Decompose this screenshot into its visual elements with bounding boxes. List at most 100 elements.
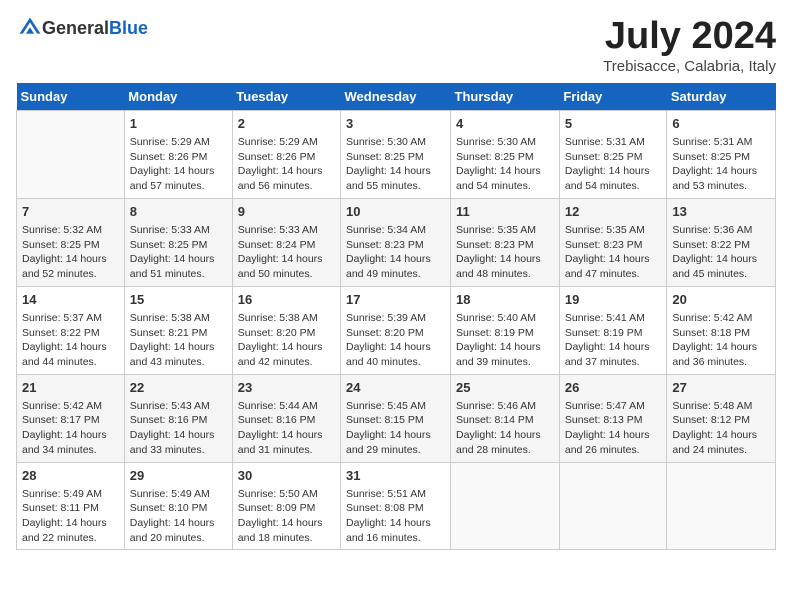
calendar-cell: 31 Sunrise: 5:51 AMSunset: 8:08 PMDayligh… xyxy=(341,462,451,550)
calendar-week-row: 7 Sunrise: 5:32 AMSunset: 8:25 PMDaylight… xyxy=(17,198,776,286)
day-info: Sunrise: 5:43 AMSunset: 8:16 PMDaylight:… xyxy=(130,399,227,458)
day-info: Sunrise: 5:50 AMSunset: 8:09 PMDaylight:… xyxy=(238,487,335,546)
calendar-cell xyxy=(17,110,125,198)
day-info: Sunrise: 5:33 AMSunset: 8:24 PMDaylight:… xyxy=(238,223,335,282)
day-number: 18 xyxy=(456,291,554,309)
day-number: 19 xyxy=(565,291,662,309)
calendar-cell: 17 Sunrise: 5:39 AMSunset: 8:20 PMDayligh… xyxy=(341,286,451,374)
calendar-cell: 30 Sunrise: 5:50 AMSunset: 8:09 PMDayligh… xyxy=(232,462,340,550)
calendar-week-row: 21 Sunrise: 5:42 AMSunset: 8:17 PMDayligh… xyxy=(17,374,776,462)
calendar-cell: 27 Sunrise: 5:48 AMSunset: 8:12 PMDayligh… xyxy=(667,374,776,462)
day-number: 2 xyxy=(238,115,335,133)
day-number: 7 xyxy=(22,203,119,221)
calendar-cell: 21 Sunrise: 5:42 AMSunset: 8:17 PMDayligh… xyxy=(17,374,125,462)
day-number: 30 xyxy=(238,467,335,485)
day-number: 25 xyxy=(456,379,554,397)
calendar-cell: 16 Sunrise: 5:38 AMSunset: 8:20 PMDayligh… xyxy=(232,286,340,374)
day-info: Sunrise: 5:35 AMSunset: 8:23 PMDaylight:… xyxy=(565,223,662,282)
day-info: Sunrise: 5:49 AMSunset: 8:10 PMDaylight:… xyxy=(130,487,227,546)
calendar-cell: 29 Sunrise: 5:49 AMSunset: 8:10 PMDayligh… xyxy=(124,462,232,550)
day-number: 28 xyxy=(22,467,119,485)
calendar-week-row: 14 Sunrise: 5:37 AMSunset: 8:22 PMDayligh… xyxy=(17,286,776,374)
column-header-tuesday: Tuesday xyxy=(232,83,340,111)
page-header: GeneralBlue July 2024 Trebisacce, Calabr… xyxy=(16,16,776,75)
day-number: 5 xyxy=(565,115,662,133)
column-header-thursday: Thursday xyxy=(451,83,560,111)
day-number: 22 xyxy=(130,379,227,397)
location-subtitle: Trebisacce, Calabria, Italy xyxy=(603,58,776,75)
day-info: Sunrise: 5:38 AMSunset: 8:21 PMDaylight:… xyxy=(130,311,227,370)
day-number: 6 xyxy=(672,115,770,133)
day-number: 11 xyxy=(456,203,554,221)
day-info: Sunrise: 5:46 AMSunset: 8:14 PMDaylight:… xyxy=(456,399,554,458)
calendar-cell: 8 Sunrise: 5:33 AMSunset: 8:25 PMDaylight… xyxy=(124,198,232,286)
calendar-cell: 15 Sunrise: 5:38 AMSunset: 8:21 PMDayligh… xyxy=(124,286,232,374)
column-header-wednesday: Wednesday xyxy=(341,83,451,111)
day-info: Sunrise: 5:29 AMSunset: 8:26 PMDaylight:… xyxy=(130,135,227,194)
day-info: Sunrise: 5:51 AMSunset: 8:08 PMDaylight:… xyxy=(346,487,445,546)
day-number: 17 xyxy=(346,291,445,309)
calendar-cell: 1Sunrise: 5:29 AMSunset: 8:26 PMDaylight… xyxy=(124,110,232,198)
column-header-saturday: Saturday xyxy=(667,83,776,111)
calendar-cell: 6 Sunrise: 5:31 AMSunset: 8:25 PMDaylight… xyxy=(667,110,776,198)
day-number: 4 xyxy=(456,115,554,133)
day-info: Sunrise: 5:49 AMSunset: 8:11 PMDaylight:… xyxy=(22,487,119,546)
day-number: 16 xyxy=(238,291,335,309)
day-number: 9 xyxy=(238,203,335,221)
calendar-cell: 25 Sunrise: 5:46 AMSunset: 8:14 PMDayligh… xyxy=(451,374,560,462)
calendar-cell: 19 Sunrise: 5:41 AMSunset: 8:19 PMDayligh… xyxy=(559,286,667,374)
calendar-cell: 2Sunrise: 5:29 AMSunset: 8:26 PMDaylight… xyxy=(232,110,340,198)
day-info: Sunrise: 5:34 AMSunset: 8:23 PMDaylight:… xyxy=(346,223,445,282)
day-info: Sunrise: 5:42 AMSunset: 8:17 PMDaylight:… xyxy=(22,399,119,458)
calendar-cell xyxy=(667,462,776,550)
day-info: Sunrise: 5:31 AMSunset: 8:25 PMDaylight:… xyxy=(672,135,770,194)
logo-general-text: General xyxy=(42,18,109,38)
day-number: 3 xyxy=(346,115,445,133)
day-info: Sunrise: 5:41 AMSunset: 8:19 PMDaylight:… xyxy=(565,311,662,370)
day-number: 31 xyxy=(346,467,445,485)
day-info: Sunrise: 5:30 AMSunset: 8:25 PMDaylight:… xyxy=(346,135,445,194)
calendar-cell xyxy=(451,462,560,550)
day-number: 21 xyxy=(22,379,119,397)
day-number: 23 xyxy=(238,379,335,397)
day-info: Sunrise: 5:33 AMSunset: 8:25 PMDaylight:… xyxy=(130,223,227,282)
day-number: 13 xyxy=(672,203,770,221)
calendar-cell: 5Sunrise: 5:31 AMSunset: 8:25 PMDaylight… xyxy=(559,110,667,198)
column-header-monday: Monday xyxy=(124,83,232,111)
calendar-cell: 11 Sunrise: 5:35 AMSunset: 8:23 PMDayligh… xyxy=(451,198,560,286)
day-info: Sunrise: 5:47 AMSunset: 8:13 PMDaylight:… xyxy=(565,399,662,458)
calendar-table: SundayMondayTuesdayWednesdayThursdayFrid… xyxy=(16,83,776,551)
day-number: 29 xyxy=(130,467,227,485)
day-number: 8 xyxy=(130,203,227,221)
day-info: Sunrise: 5:30 AMSunset: 8:25 PMDaylight:… xyxy=(456,135,554,194)
day-number: 27 xyxy=(672,379,770,397)
calendar-cell: 13Sunrise: 5:36 AMSunset: 8:22 PMDayligh… xyxy=(667,198,776,286)
month-year-title: July 2024 xyxy=(603,16,776,58)
calendar-cell: 24Sunrise: 5:45 AMSunset: 8:15 PMDayligh… xyxy=(341,374,451,462)
day-number: 10 xyxy=(346,203,445,221)
day-number: 15 xyxy=(130,291,227,309)
title-block: July 2024 Trebisacce, Calabria, Italy xyxy=(603,16,776,75)
calendar-cell xyxy=(559,462,667,550)
day-number: 20 xyxy=(672,291,770,309)
calendar-cell: 9 Sunrise: 5:33 AMSunset: 8:24 PMDaylight… xyxy=(232,198,340,286)
day-number: 14 xyxy=(22,291,119,309)
day-info: Sunrise: 5:48 AMSunset: 8:12 PMDaylight:… xyxy=(672,399,770,458)
day-info: Sunrise: 5:39 AMSunset: 8:20 PMDaylight:… xyxy=(346,311,445,370)
calendar-cell: 23Sunrise: 5:44 AMSunset: 8:16 PMDayligh… xyxy=(232,374,340,462)
day-info: Sunrise: 5:42 AMSunset: 8:18 PMDaylight:… xyxy=(672,311,770,370)
calendar-cell: 3 Sunrise: 5:30 AMSunset: 8:25 PMDaylight… xyxy=(341,110,451,198)
calendar-week-row: 28 Sunrise: 5:49 AMSunset: 8:11 PMDayligh… xyxy=(17,462,776,550)
day-info: Sunrise: 5:32 AMSunset: 8:25 PMDaylight:… xyxy=(22,223,119,282)
logo-blue-text: Blue xyxy=(109,18,148,38)
day-info: Sunrise: 5:35 AMSunset: 8:23 PMDaylight:… xyxy=(456,223,554,282)
calendar-cell: 4 Sunrise: 5:30 AMSunset: 8:25 PMDaylight… xyxy=(451,110,560,198)
day-info: Sunrise: 5:38 AMSunset: 8:20 PMDaylight:… xyxy=(238,311,335,370)
calendar-header-row: SundayMondayTuesdayWednesdayThursdayFrid… xyxy=(17,83,776,111)
day-number: 12 xyxy=(565,203,662,221)
calendar-cell: 28 Sunrise: 5:49 AMSunset: 8:11 PMDayligh… xyxy=(17,462,125,550)
column-header-sunday: Sunday xyxy=(17,83,125,111)
calendar-cell: 22 Sunrise: 5:43 AMSunset: 8:16 PMDayligh… xyxy=(124,374,232,462)
day-info: Sunrise: 5:37 AMSunset: 8:22 PMDaylight:… xyxy=(22,311,119,370)
logo-icon xyxy=(18,16,42,40)
